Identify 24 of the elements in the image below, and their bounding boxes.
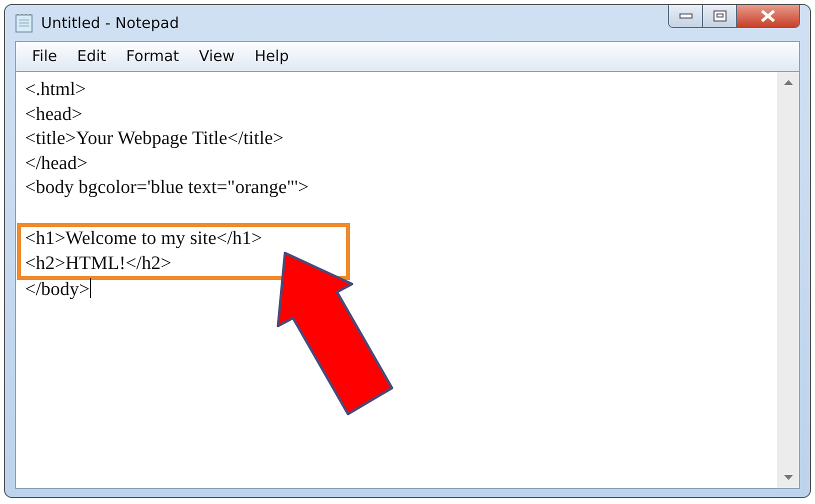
code-line: <.html> — [25, 79, 86, 100]
minimize-button[interactable] — [669, 5, 703, 27]
menu-item[interactable]: View — [189, 45, 245, 68]
notepad-icon — [15, 13, 33, 33]
code-line: <h2>HTML!</h2> — [25, 252, 172, 274]
window-title: Untitled - Notepad — [41, 12, 180, 34]
scroll-up-icon[interactable] — [784, 80, 792, 85]
maximize-icon — [712, 10, 726, 22]
close-icon — [760, 10, 776, 22]
code-line: <title>Your Webpage Title</title> — [25, 128, 284, 149]
scrollbar[interactable] — [777, 72, 799, 488]
scroll-down-icon[interactable] — [784, 475, 792, 480]
menu-item[interactable]: Edit — [67, 45, 116, 68]
menu-item[interactable]: File — [22, 45, 68, 68]
menu-item[interactable]: Help — [244, 45, 299, 68]
menu-item[interactable]: Format — [116, 45, 190, 68]
code-line: <head> — [25, 104, 82, 124]
close-button[interactable] — [737, 5, 799, 27]
code-line: </head> — [25, 152, 88, 174]
minimize-icon — [678, 13, 692, 19]
maximize-button[interactable] — [703, 5, 737, 27]
code-line: <body bgcolor='blue text="orange"'> — [25, 177, 309, 198]
code-line: <h1>Welcome to my site</h1> — [25, 228, 262, 249]
code-line: </body> — [25, 279, 90, 300]
